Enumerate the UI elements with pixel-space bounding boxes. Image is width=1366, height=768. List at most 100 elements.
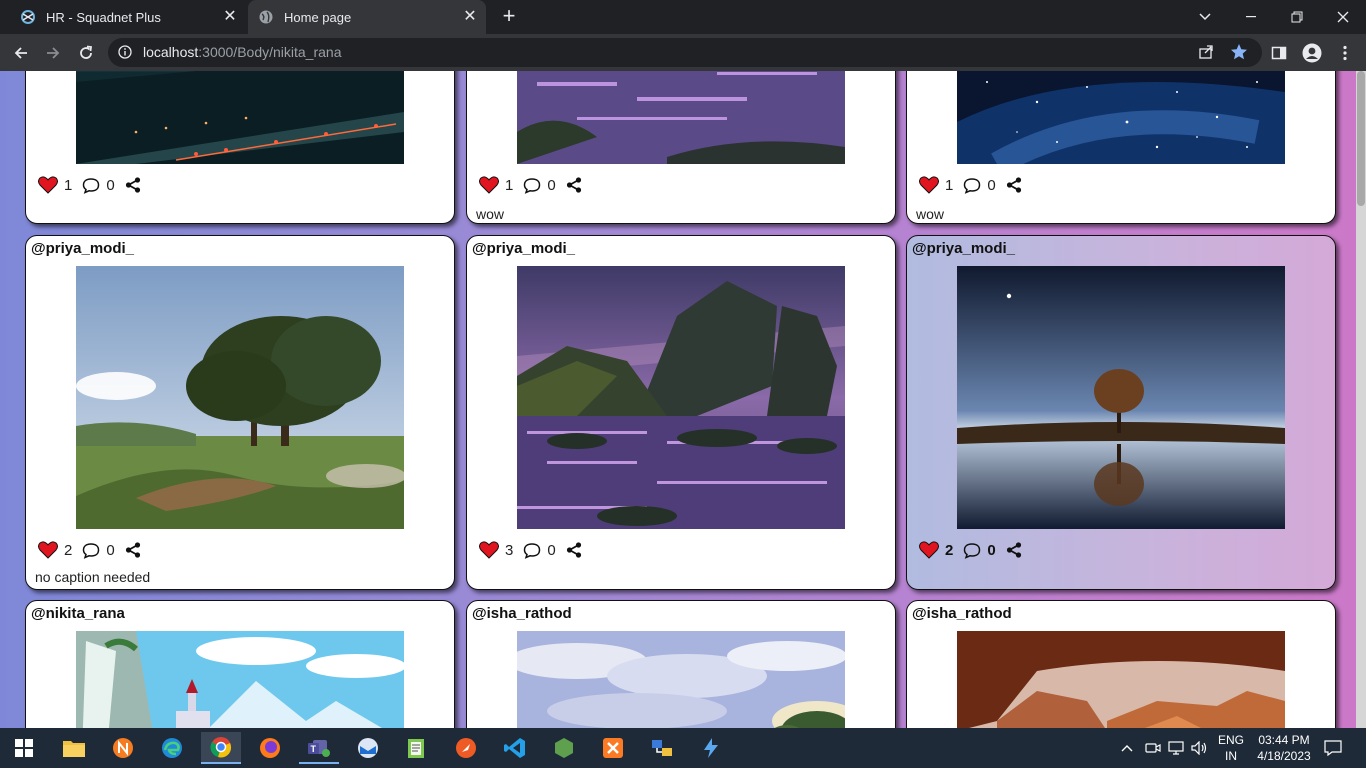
reload-icon[interactable] [73,40,99,66]
address-bar[interactable]: localhost:3000/Body/nikita_rana [108,38,1262,67]
browser-tab-bar: HR - Squadnet Plus ✕ Home page ✕ + [0,0,1366,34]
comment-count: 0 [547,176,556,194]
page-scrollbar[interactable] [1356,71,1366,728]
heart-icon[interactable] [919,176,939,194]
post-image-galaxy-sky[interactable] [957,71,1285,164]
post-username[interactable]: @priya_modi_ [472,240,575,257]
chrome-icon[interactable] [201,732,241,764]
share-icon[interactable] [566,542,582,558]
post-image-oak-tree-meadow[interactable] [76,266,404,529]
post-card[interactable]: @priya_modi_ 3 0 [466,235,896,590]
network-icon[interactable] [1168,728,1186,768]
heart-icon[interactable] [479,541,499,559]
volume-icon[interactable] [1191,728,1209,768]
like-count: 1 [945,176,954,194]
show-hidden-icons-chevron-icon[interactable] [1121,728,1133,768]
post-image-purple-mountains-lake[interactable] [517,266,845,529]
post-username[interactable]: @nikita_rana [31,605,125,622]
vscode-icon[interactable] [495,732,535,764]
bookmark-star-icon[interactable] [1226,39,1252,65]
share-icon[interactable] [125,177,141,193]
minimize-icon[interactable] [1228,0,1274,34]
edge-icon[interactable] [152,732,192,764]
post-image-night-city-street[interactable] [76,71,404,164]
comment-count: 0 [106,176,115,194]
forward-arrow-icon[interactable] [40,40,66,66]
share-page-icon[interactable] [1193,39,1219,65]
side-panel-icon[interactable] [1266,40,1292,66]
restore-icon[interactable] [1274,0,1320,34]
comment-count: 0 [987,176,996,194]
close-icon[interactable]: ✕ [462,9,478,25]
tab-search-icon[interactable] [1182,0,1228,34]
url-host: localhost [143,44,199,60]
comment-icon[interactable] [963,542,981,559]
teams-icon[interactable]: T [299,732,339,764]
meet-now-icon[interactable] [1145,728,1161,768]
heart-icon[interactable] [919,541,939,559]
power-automate-icon[interactable] [691,732,731,764]
post-card-hovered[interactable]: @priya_modi_ 2 0 [906,235,1336,590]
tab-hr-squadnet[interactable]: HR - Squadnet Plus ✕ [10,0,246,34]
share-icon[interactable] [125,542,141,558]
notepad-icon[interactable] [397,732,437,764]
post-image-clouds-sky[interactable] [517,631,845,728]
app-n-icon[interactable] [103,732,143,764]
post-image-lone-tree-reflection[interactable] [957,266,1285,529]
post-username[interactable]: @priya_modi_ [31,240,134,257]
post-username[interactable]: @isha_rathod [472,605,572,622]
post-actions: 2 0 [38,538,141,562]
heart-icon[interactable] [38,541,58,559]
comment-icon[interactable] [82,177,100,194]
input-language-indicator[interactable]: ENG IN [1218,732,1244,764]
comment-icon[interactable] [523,177,541,194]
post-image-red-rock-arch[interactable] [957,631,1285,728]
share-icon[interactable] [1006,177,1022,193]
node-icon[interactable] [544,732,584,764]
comment-count: 0 [987,541,996,559]
post-username[interactable]: @isha_rathod [912,605,1012,622]
page-viewport: 1 0 1 0 wow 1 0 wow @priya_modi_ 2 0 no … [0,71,1366,728]
notifications-icon[interactable] [1324,728,1342,768]
postman-icon[interactable] [446,732,486,764]
post-card[interactable]: 1 0 [25,71,455,224]
file-explorer-icon[interactable] [54,732,94,764]
scrollbar-thumb[interactable] [1357,71,1365,206]
profile-avatar-icon[interactable] [1299,40,1325,66]
share-icon[interactable] [566,177,582,193]
post-card[interactable]: 1 0 wow [906,71,1336,224]
share-icon[interactable] [1006,542,1022,558]
comment-icon[interactable] [523,542,541,559]
comment-count: 0 [106,541,115,559]
network-tool-icon[interactable] [642,732,682,764]
language-region: IN [1225,749,1237,763]
system-clock[interactable]: 03:44 PM 4/18/2023 [1254,732,1314,764]
post-card[interactable]: @isha_rathod [906,600,1336,728]
xampp-icon[interactable] [593,732,633,764]
post-card[interactable]: 1 0 wow [466,71,896,224]
site-info-icon[interactable] [118,45,132,59]
chrome-menu-icon[interactable] [1332,40,1358,66]
heart-icon[interactable] [479,176,499,194]
post-image-snowy-mountain-castle[interactable] [76,631,404,728]
post-card[interactable]: @priya_modi_ 2 0 no caption needed [25,235,455,590]
post-username[interactable]: @priya_modi_ [912,240,1015,257]
comment-icon[interactable] [963,177,981,194]
url-text[interactable]: localhost:3000/Body/nikita_rana [143,44,341,60]
back-arrow-icon[interactable] [8,40,34,66]
language-code: ENG [1218,733,1245,747]
tab-home-page[interactable]: Home page ✕ [248,0,486,34]
post-actions: 1 0 [919,173,1022,197]
mail-app-icon[interactable] [348,732,388,764]
post-card[interactable]: @nikita_rana [25,600,455,728]
start-icon[interactable] [4,732,44,764]
new-tab-button[interactable]: + [498,5,520,28]
firefox-icon[interactable] [250,732,290,764]
clock-date: 4/18/2023 [1257,749,1311,763]
heart-icon[interactable] [38,176,58,194]
post-image-purple-lake[interactable] [517,71,845,164]
post-card[interactable]: @isha_rathod [466,600,896,728]
comment-icon[interactable] [82,542,100,559]
window-close-icon[interactable] [1320,0,1366,34]
close-icon[interactable]: ✕ [222,9,238,25]
